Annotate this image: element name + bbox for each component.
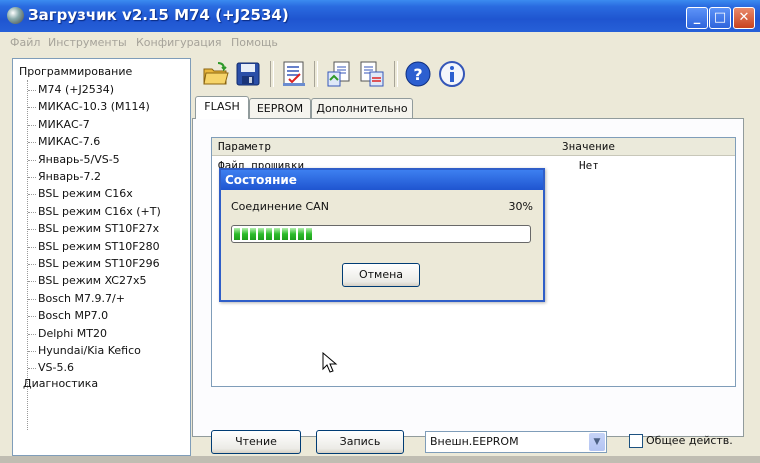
tab-advanced[interactable]: Дополнительно [311, 98, 413, 119]
tree-root-programming[interactable]: Программирование [19, 65, 132, 78]
common-action-label: Общее действ. [646, 434, 733, 447]
progress-segment [266, 228, 272, 240]
common-action-checkbox[interactable] [629, 434, 643, 448]
tree-item[interactable]: МИКАС-10.3 (M114) [38, 100, 150, 113]
device-tree[interactable]: Программирование M74 (+J2534) МИКАС-10.3 … [12, 58, 191, 456]
tree-item[interactable]: Январь-5/VS-5 [38, 153, 120, 166]
tree-item[interactable]: M74 (+J2534) [38, 83, 114, 96]
tree-item[interactable]: BSL режим C16x (+T) [38, 205, 161, 218]
progress-segment [282, 228, 288, 240]
tree-branch-line [28, 124, 36, 126]
tree-root-diagnostics[interactable]: Диагностика [23, 377, 98, 390]
tree-item[interactable]: Bosch M7.9.7/+ [38, 292, 125, 305]
export-icon[interactable] [324, 60, 352, 88]
tree-item[interactable]: BSL режим C16x [38, 187, 133, 200]
tab-flash[interactable]: FLASH [195, 96, 249, 119]
column-value[interactable]: Значение [562, 140, 615, 153]
tree-branch-line [28, 281, 36, 283]
tree-branch-line [28, 298, 36, 300]
tree-branch-line [28, 351, 36, 352]
dialog-title-bar[interactable]: Состояние [221, 170, 543, 190]
app-icon [7, 7, 24, 24]
tree-item[interactable]: BSL режим ST10F280 [38, 240, 160, 253]
chevron-down-icon[interactable]: ▼ [589, 433, 605, 451]
tree-branch-line [28, 246, 36, 248]
tree-item[interactable]: Bosch MP7.0 [38, 309, 108, 322]
open-folder-icon[interactable] [202, 60, 230, 88]
menu-file[interactable]: Файл [10, 36, 40, 49]
checklist-icon[interactable] [280, 60, 308, 88]
cancel-button[interactable]: Отмена [342, 263, 420, 287]
tree-item[interactable]: Delphi MT20 [38, 327, 107, 340]
minimize-button[interactable]: _ [686, 7, 708, 29]
tree-branch-line [28, 229, 36, 231]
progress-bar [231, 225, 531, 243]
tree-branch-line [28, 194, 36, 196]
toolbar-separator [394, 61, 398, 87]
progress-segment [306, 228, 312, 240]
help-icon[interactable]: ? [404, 60, 432, 88]
maximize-button[interactable]: □ [709, 7, 731, 29]
tree-branch-line [28, 142, 36, 144]
menu-config[interactable]: Конфигурация [136, 36, 222, 49]
memory-select[interactable]: Внешн.EEPROM ▼ [425, 431, 607, 453]
app-window: Загрузчик v2.15 M74 (+J2534) _ □ ✕ Файл … [0, 0, 760, 463]
info-icon[interactable] [438, 60, 466, 88]
close-button[interactable]: ✕ [733, 7, 755, 29]
window-title: Загрузчик v2.15 M74 (+J2534) [28, 6, 289, 24]
tree-item[interactable]: BSL режим ST10F27x [38, 222, 159, 235]
memory-select-value: Внешн.EEPROM [430, 435, 519, 448]
tree-item[interactable]: BSL режим XC27x5 [38, 274, 147, 287]
progress-segment [250, 228, 256, 240]
tree-branch-line [28, 264, 36, 265]
tree-branch-line [28, 107, 36, 109]
tree-branch-line [28, 211, 36, 213]
status-dialog: Состояние Соединение CAN 30% Отмена [219, 168, 545, 302]
progress-segment [298, 228, 304, 240]
dialog-title: Состояние [225, 173, 297, 187]
tree-item[interactable]: VS-5.6 [38, 361, 74, 374]
toolbar-separator [270, 61, 274, 87]
list-header: Параметр Значение [212, 138, 735, 156]
tree-branch-line [28, 316, 36, 318]
progress-segment [242, 228, 248, 240]
tree-item[interactable]: Hyundai/Kia Kefico [38, 344, 141, 357]
progress-segment [234, 228, 240, 240]
toolbar-separator [314, 61, 318, 87]
import-icon[interactable] [358, 60, 386, 88]
tree-item[interactable]: Январь-7.2 [38, 170, 101, 183]
tree-branch-line [28, 177, 36, 178]
progress-segment [258, 228, 264, 240]
menu-help[interactable]: Помощь [231, 36, 278, 49]
title-bar[interactable]: Загрузчик v2.15 M74 (+J2534) _ □ ✕ [0, 0, 760, 32]
tree-branch-line [28, 90, 36, 91]
tree-item[interactable]: МИКАС-7.6 [38, 135, 100, 148]
tab-eeprom[interactable]: EEPROM [249, 98, 311, 119]
progress-segment [274, 228, 280, 240]
menu-bar: Файл Инструменты Конфигурация Помощь [0, 32, 760, 52]
column-parameter[interactable]: Параметр [218, 140, 271, 153]
status-bar [0, 456, 760, 463]
menu-tools[interactable]: Инструменты [48, 36, 127, 49]
read-button[interactable]: Чтение [211, 430, 301, 454]
tree-item[interactable]: МИКАС-7 [38, 118, 90, 131]
tree-item[interactable]: BSL режим ST10F296 [38, 257, 160, 270]
toolbar: ? [196, 58, 756, 92]
save-disk-icon[interactable] [234, 60, 262, 88]
status-text: Соединение CAN [231, 200, 329, 213]
progress-segment [290, 228, 296, 240]
tree-branch-line [28, 333, 36, 335]
tree-branch-line [28, 159, 36, 161]
progress-fill [234, 228, 314, 240]
svg-text:?: ? [413, 65, 422, 84]
progress-percent: 30% [508, 200, 533, 213]
tree-branch-line [28, 368, 36, 370]
write-button[interactable]: Запись [316, 430, 404, 454]
mouse-cursor-icon [322, 352, 338, 373]
row-value: Нет [579, 159, 599, 172]
